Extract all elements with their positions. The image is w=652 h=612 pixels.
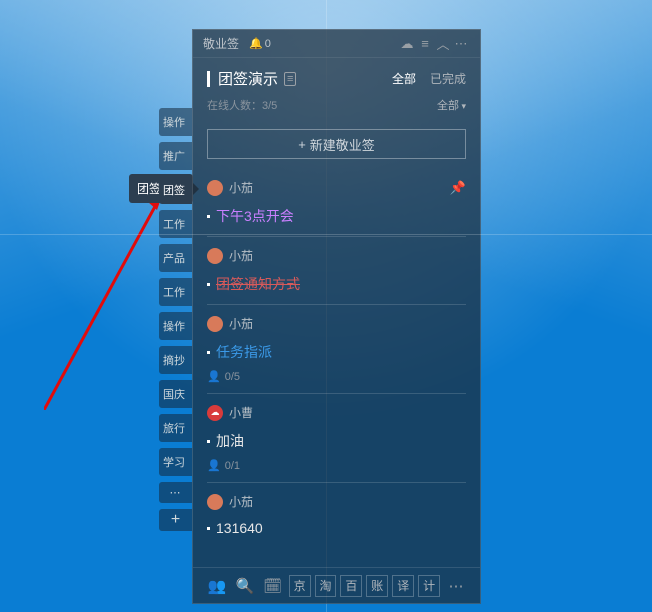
- side-tab[interactable]: 推广: [159, 142, 192, 170]
- note-text: 团签通知方式: [216, 274, 300, 294]
- sub-filter-dropdown[interactable]: 全部: [437, 97, 466, 113]
- list-item[interactable]: 小茄 📌 下午3点开会: [207, 169, 466, 237]
- note-meta: 👤 0/1: [207, 459, 466, 472]
- side-tab[interactable]: 产品: [159, 244, 192, 272]
- bottom-bar: 👥 🔍 🗓 京 淘 百 账 译 计 ⋯: [193, 567, 480, 603]
- author-name: 小茄: [229, 493, 253, 510]
- list-item[interactable]: 小茄 团签通知方式: [207, 237, 466, 305]
- author-name: 小茄: [229, 179, 253, 196]
- note-list: 小茄 📌 下午3点开会 小茄 团签通知方式 小茄 任务指派: [193, 169, 480, 546]
- shortcut-button[interactable]: 百: [340, 575, 362, 597]
- note-text: 任务指派: [216, 342, 272, 362]
- shortcut-button[interactable]: 账: [366, 575, 388, 597]
- app-name: 敬业签: [203, 35, 239, 52]
- plus-icon: +: [298, 137, 306, 152]
- author-name: 小茄: [229, 315, 253, 332]
- header: 团签演示 ≡ 全部 已完成 在线人数：3/5 全部: [193, 58, 480, 119]
- page-title: 团签演示: [218, 68, 278, 89]
- pin-icon[interactable]: 📌: [450, 180, 466, 196]
- list-item[interactable]: ☁ 小曹 加油 👤 0/1: [207, 394, 466, 483]
- note-text: 下午3点开会: [216, 206, 294, 226]
- person-icon: 👤: [207, 370, 221, 383]
- side-tab[interactable]: 工作: [159, 278, 192, 306]
- side-tab[interactable]: 国庆: [159, 380, 192, 408]
- side-tab[interactable]: 工作: [159, 210, 192, 238]
- more-icon[interactable]: ⋯: [452, 36, 470, 52]
- person-icon: 👤: [207, 459, 221, 472]
- collapse-icon[interactable]: ︿: [434, 34, 452, 53]
- avatar: [207, 248, 223, 264]
- contacts-icon[interactable]: 👥: [203, 577, 231, 595]
- avatar: [207, 180, 223, 196]
- author-name: 小曹: [229, 404, 253, 421]
- avatar: ☁: [207, 405, 223, 421]
- menu-icon[interactable]: ≡: [416, 36, 434, 51]
- side-tab[interactable]: 操作: [159, 108, 192, 136]
- shortcut-button[interactable]: 译: [392, 575, 414, 597]
- shortcut-button[interactable]: 京: [289, 575, 311, 597]
- side-tab[interactable]: 摘抄: [159, 346, 192, 374]
- side-tab[interactable]: 学习: [159, 448, 192, 476]
- note-meta: 👤 0/5: [207, 370, 466, 383]
- shortcut-button[interactable]: 计: [418, 575, 440, 597]
- calendar-icon[interactable]: 🗓: [259, 577, 287, 595]
- side-tab[interactable]: 操作: [159, 312, 192, 340]
- online-count: 在线人数：3/5: [207, 97, 437, 113]
- side-tab-active[interactable]: 团签: [159, 176, 192, 204]
- new-note-label: 新建敬业签: [310, 135, 375, 154]
- list-item[interactable]: 小茄 131640: [207, 483, 466, 546]
- shortcut-button[interactable]: 淘: [315, 575, 337, 597]
- author-name: 小茄: [229, 247, 253, 264]
- more-shortcuts-icon[interactable]: ⋯: [442, 577, 470, 595]
- filter-done[interactable]: 已完成: [430, 70, 466, 87]
- main-panel: 敬业签 🔔 0 ☁ ≡ ︿ ⋯ 团签演示 ≡ 全部 已完成: [192, 29, 481, 604]
- bell-icon: 🔔: [249, 37, 263, 50]
- notification-count: 0: [265, 38, 271, 50]
- note-text: 131640: [216, 520, 263, 536]
- avatar: [207, 494, 223, 510]
- filter-all[interactable]: 全部: [392, 70, 416, 87]
- filter-tabs: 全部 已完成: [392, 70, 466, 87]
- list-item[interactable]: 小茄 任务指派 👤 0/5: [207, 305, 466, 394]
- new-note-button[interactable]: + 新建敬业签: [207, 129, 466, 159]
- sync-icon[interactable]: ☁: [398, 36, 416, 52]
- side-tab[interactable]: 旅行: [159, 414, 192, 442]
- title-marker: [207, 71, 210, 87]
- avatar: [207, 316, 223, 332]
- side-tabs: 操作 推广 团签 工作 产品 工作 操作 摘抄 国庆 旅行 学习 ⋯ +: [159, 108, 192, 537]
- notification-badge[interactable]: 🔔 0: [249, 37, 271, 50]
- side-tab-more[interactable]: ⋯: [159, 482, 192, 503]
- edit-title-icon[interactable]: ≡: [284, 72, 296, 86]
- side-tab-add[interactable]: +: [159, 509, 192, 531]
- note-text: 加油: [216, 431, 244, 451]
- annotation-arrow: [44, 180, 174, 410]
- search-icon[interactable]: 🔍: [231, 577, 259, 595]
- titlebar: 敬业签 🔔 0 ☁ ≡ ︿ ⋯: [193, 30, 480, 58]
